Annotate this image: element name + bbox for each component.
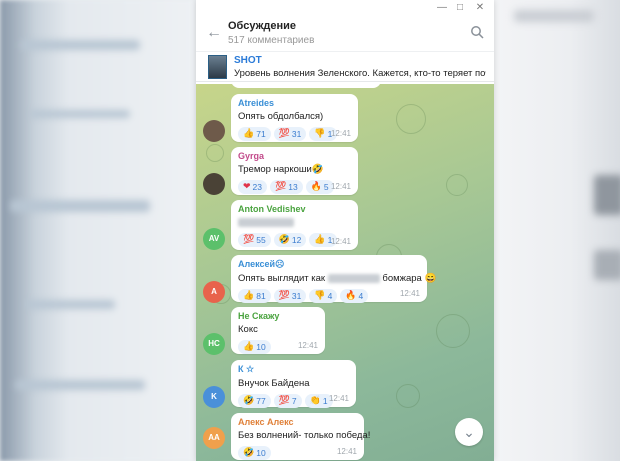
chat-area[interactable]: Atreides Опять обдолбался) 👍 71 💯 31 👎 1 12… xyxy=(196,84,494,461)
avatar[interactable]: НС xyxy=(203,333,225,355)
message-time: 12:41 xyxy=(328,394,349,403)
message-text: Опять обдолбался) xyxy=(238,111,324,122)
scroll-down-button[interactable]: ⌄ xyxy=(455,418,483,446)
maximize-icon[interactable]: □ xyxy=(454,2,466,14)
message-author[interactable]: Алекс Алекс xyxy=(238,417,357,427)
reaction-thumbs-up[interactable]: 👍 71 xyxy=(238,127,271,141)
chat-header: ← Обсуждение 517 комментариев xyxy=(196,16,494,52)
pinned-text: Уровень волнения Зеленского. Кажется, кт… xyxy=(234,68,486,79)
message-time: 12:41 xyxy=(399,289,420,298)
chevron-down-icon: ⌄ xyxy=(463,424,475,440)
message-author[interactable]: К ☆ xyxy=(238,364,349,375)
message-bubble: Gyrga Тремор наркоши🤣 ❤ 23 💯 13 🔥 5 12:41 xyxy=(231,147,358,195)
message-text: Тремор наркоши🤣 xyxy=(238,164,324,175)
reaction-fire[interactable]: 🔥 5 xyxy=(305,180,334,194)
reaction-rofl[interactable]: 🤣 12 xyxy=(273,233,307,247)
reaction-thumbs-up[interactable]: 👍 81 xyxy=(238,289,271,303)
message-text: Опять выглядит как бомжара 😄 xyxy=(238,273,437,284)
reaction-hundred[interactable]: 💯 31 xyxy=(273,127,307,141)
message-author[interactable]: Anton Vedishev xyxy=(238,204,351,214)
avatar[interactable]: А xyxy=(203,281,225,303)
arrow-left-icon[interactable]: ← xyxy=(206,24,222,42)
message-text: Внучок Байдена xyxy=(238,378,310,389)
chat-title: Обсуждение xyxy=(228,20,296,32)
blurred-background-right xyxy=(494,0,620,461)
reaction-rofl[interactable]: 🤣 77 xyxy=(238,394,271,408)
message-text-redacted xyxy=(238,217,351,228)
reaction-hundred[interactable]: 💯 55 xyxy=(238,233,271,247)
message-author[interactable]: Gyrga xyxy=(238,151,351,161)
reaction-hundred[interactable]: 💯 31 xyxy=(273,289,307,303)
search-icon[interactable] xyxy=(470,25,484,39)
avatar[interactable] xyxy=(203,173,225,195)
reaction-hundred[interactable]: 💯 7 xyxy=(273,394,302,408)
message-author[interactable]: Atreides xyxy=(238,98,351,108)
message-time: 12:41 xyxy=(297,341,318,350)
pinned-post[interactable]: SHOT Уровень волнения Зеленского. Кажетс… xyxy=(196,52,494,82)
message-time: 12:41 xyxy=(330,129,351,138)
message-author[interactable]: Не Скажу xyxy=(238,311,318,321)
message-author[interactable]: Алексей☹ xyxy=(238,259,420,270)
message-bubble: Не Скажу Кокс 👍 10 12:41 xyxy=(231,307,325,354)
minimize-icon[interactable]: — xyxy=(436,2,448,14)
message-bubble: Atreides Опять обдолбался) 👍 71 💯 31 👎 1 12… xyxy=(231,94,358,142)
message-time: 12:41 xyxy=(330,182,351,191)
avatar[interactable]: АА xyxy=(203,427,225,449)
message-text: Кокс xyxy=(238,324,258,335)
close-icon[interactable]: ✕ xyxy=(474,2,486,14)
message-bubble: Алекс Алекс Без волнений- только победа!… xyxy=(231,413,371,460)
reactions: 👍 81 💯 31 👎 4 🔥 4 xyxy=(238,289,420,303)
message-bubble: Anton Vedishev 💯 55 🤣 12 👍 1 12:41 xyxy=(231,200,358,250)
message-time: 12:41 xyxy=(336,447,357,456)
reaction-rofl[interactable]: 🤣 10 xyxy=(238,446,271,460)
previous-message-edge xyxy=(231,84,381,88)
blurred-background-left xyxy=(0,0,196,461)
reaction-fire[interactable]: 🔥 4 xyxy=(340,289,369,303)
pinned-thumbnail xyxy=(208,55,227,79)
message-bubble: Алексей☹ Опять выглядит как бомжара 😄 👍 8… xyxy=(231,255,437,303)
avatar[interactable] xyxy=(203,120,225,142)
comment-count: 517 комментариев xyxy=(228,35,315,46)
avatar[interactable]: K xyxy=(203,386,225,408)
telegram-window: — □ ✕ ← Обсуждение 517 комментариев SHOT… xyxy=(196,0,494,461)
message-time: 12:41 xyxy=(330,237,351,246)
title-bar: — □ ✕ xyxy=(196,0,494,16)
avatar[interactable]: AV xyxy=(203,228,225,250)
reaction-thumbs-down[interactable]: 👎 4 xyxy=(309,289,338,303)
pinned-channel-name: SHOT xyxy=(234,55,262,66)
reaction-hundred[interactable]: 💯 13 xyxy=(270,180,303,194)
reaction-heart[interactable]: ❤ 23 xyxy=(238,180,268,194)
reaction-thumbs-up[interactable]: 👍 10 xyxy=(238,340,271,354)
message-bubble: К ☆ Внучок Байдена 🤣 77 💯 7 👏 1 12:41 xyxy=(231,360,356,408)
message-text: Без волнений- только победа! xyxy=(238,430,371,441)
